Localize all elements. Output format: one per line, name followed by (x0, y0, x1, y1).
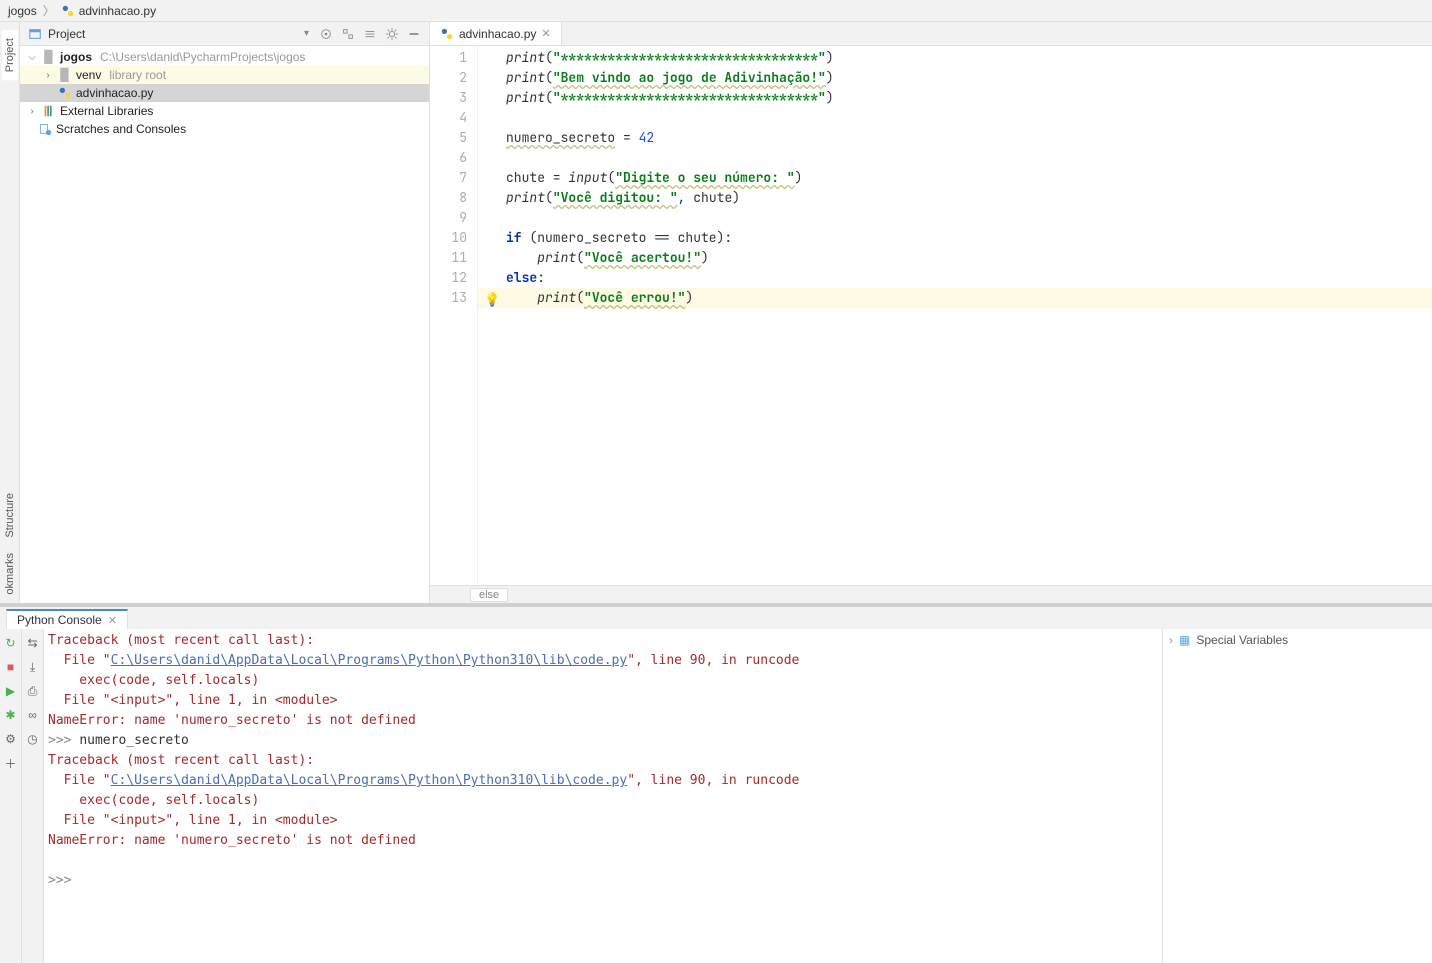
console-tab[interactable]: Python Console ✕ (6, 609, 128, 629)
editor-gutter: 12345678910111213 (430, 46, 478, 585)
editor-tabbar: advinhacao.py ✕ (430, 22, 1432, 46)
tool-tab-bookmarks[interactable]: okmarks (2, 545, 18, 603)
tree-extlib-label: External Libraries (60, 104, 153, 118)
rerun-icon[interactable]: ↻ (3, 635, 19, 651)
console-toolbar-primary: ↻ ■ ▶ ✱ ⚙ ＋ (0, 629, 22, 963)
project-tool-window: Project ▾ ⌵ ▉ jogos C:\Users\danid\Pycha… (20, 22, 430, 603)
editor-body[interactable]: 12345678910111213 print("***************… (430, 46, 1432, 585)
editor-code[interactable]: print("*********************************… (478, 46, 1432, 585)
traceback-file-link[interactable]: C:\Users\danid\AppData\Local\Programs\Py… (111, 773, 628, 788)
select-opened-file-icon[interactable] (317, 25, 335, 43)
settings-icon[interactable]: ⚙ (3, 731, 19, 747)
library-icon (42, 104, 56, 118)
tree-scratches-label: Scratches and Consoles (56, 122, 186, 136)
variables-icon: ▦ (1179, 633, 1190, 647)
project-tree[interactable]: ⌵ ▉ jogos C:\Users\danid\PycharmProjects… (20, 46, 429, 603)
chevron-right-icon[interactable]: › (26, 106, 38, 117)
breadcrumb-file[interactable]: advinhacao.py (79, 4, 156, 18)
print-icon[interactable]: ⎙ (25, 683, 41, 699)
run-icon[interactable]: ▶ (3, 683, 19, 699)
soft-wrap-icon[interactable]: ⇆ (25, 635, 41, 651)
editor-breadcrumb-bar: else (430, 585, 1432, 603)
stop-icon[interactable]: ■ (3, 659, 19, 675)
project-title[interactable]: Project (48, 27, 85, 41)
breadcrumb-separator: 〉 (41, 2, 57, 19)
expand-all-icon[interactable] (339, 25, 357, 43)
project-dropdown-icon[interactable]: ▾ (304, 28, 309, 39)
console-output[interactable]: Traceback (most recent call last): File … (44, 629, 1162, 963)
project-header: Project ▾ (20, 22, 429, 46)
collapse-all-icon[interactable] (361, 25, 379, 43)
tree-root-path: C:\Users\danid\PycharmProjects\jogos (100, 50, 305, 64)
special-variables-label: Special Variables (1196, 633, 1288, 647)
code-line[interactable]: chute = input("Digite o seu número: ") (506, 168, 1432, 188)
close-icon[interactable]: ✕ (108, 614, 117, 627)
code-line[interactable] (506, 148, 1432, 168)
tool-tab-structure[interactable]: Structure (2, 485, 18, 546)
special-variables-row[interactable]: › ▦ Special Variables (1163, 629, 1432, 651)
editor-breadcrumb[interactable]: else (470, 588, 508, 602)
editor-tab-label: advinhacao.py (459, 27, 536, 41)
project-view-icon (26, 25, 44, 43)
code-line[interactable]: print("*********************************… (506, 88, 1432, 108)
tree-root-label: jogos (60, 50, 92, 64)
code-line[interactable]: if (numero_secreto == chute): (506, 228, 1432, 248)
tree-scratches[interactable]: Scratches and Consoles (20, 120, 429, 138)
python-file-icon (440, 27, 454, 41)
navigation-bar: jogos 〉 advinhacao.py (0, 0, 1432, 22)
tree-external-libraries[interactable]: › External Libraries (20, 102, 429, 120)
scratches-icon (38, 122, 52, 136)
console-tabbar: Python Console ✕ (0, 607, 1432, 629)
tree-venv[interactable]: › ▉ venv library root (20, 66, 429, 84)
python-console-panel: Python Console ✕ ↻ ■ ▶ ✱ ⚙ ＋ ⇆ ⤓ ⎙ ∞ ◷ T… (0, 603, 1432, 963)
console-toolbar-secondary: ⇆ ⤓ ⎙ ∞ ◷ (22, 629, 44, 963)
tree-venv-label: venv (76, 68, 101, 82)
tree-root[interactable]: ⌵ ▉ jogos C:\Users\danid\PycharmProjects… (20, 48, 429, 66)
tree-venv-hint: library root (109, 68, 166, 82)
tree-file-label: advinhacao.py (76, 86, 153, 100)
python-file-icon (61, 4, 75, 18)
show-vars-icon[interactable]: ∞ (25, 707, 41, 723)
hide-icon[interactable] (405, 25, 423, 43)
code-line[interactable]: print("Você acertou!") (506, 248, 1432, 268)
chevron-down-icon[interactable]: ⌵ (26, 52, 38, 63)
scroll-to-end-icon[interactable]: ⤓ (25, 659, 41, 675)
tree-file[interactable]: advinhacao.py (20, 84, 429, 102)
folder-icon: ▉ (42, 50, 56, 64)
traceback-file-link[interactable]: C:\Users\danid\AppData\Local\Programs\Py… (111, 653, 628, 668)
code-line[interactable] (506, 108, 1432, 128)
code-line[interactable]: print("*********************************… (506, 48, 1432, 68)
debug-icon[interactable]: ✱ (3, 707, 19, 723)
code-line[interactable]: numero_secreto = 42 (506, 128, 1432, 148)
console-tab-label: Python Console (17, 613, 102, 627)
editor-tab[interactable]: advinhacao.py ✕ (430, 22, 562, 45)
code-line[interactable]: else: (506, 268, 1432, 288)
editor-area: advinhacao.py ✕ 12345678910111213 print(… (430, 22, 1432, 603)
new-console-icon[interactable]: ＋ (3, 755, 19, 771)
chevron-right-icon[interactable]: › (42, 70, 54, 81)
code-line[interactable]: print("Bem vindo ao jogo de Adivinhação!… (506, 68, 1432, 88)
history-icon[interactable]: ◷ (25, 731, 41, 747)
code-line[interactable]: 💡 print("Você errou!") (478, 288, 1432, 308)
tool-window-strip-left: Project Structure okmarks (0, 22, 20, 603)
folder-icon: ▉ (58, 68, 72, 82)
python-file-icon (58, 86, 72, 100)
intention-bulb-icon[interactable]: 💡 (484, 290, 498, 304)
tool-tab-project[interactable]: Project (2, 30, 18, 80)
console-variables-panel: › ▦ Special Variables (1162, 629, 1432, 963)
breadcrumb-root[interactable]: jogos (8, 4, 37, 18)
code-line[interactable]: print("Você digitou: ", chute) (506, 188, 1432, 208)
code-line[interactable] (506, 208, 1432, 228)
chevron-right-icon[interactable]: › (1169, 633, 1173, 647)
close-icon[interactable]: ✕ (541, 27, 550, 40)
settings-icon[interactable] (383, 25, 401, 43)
